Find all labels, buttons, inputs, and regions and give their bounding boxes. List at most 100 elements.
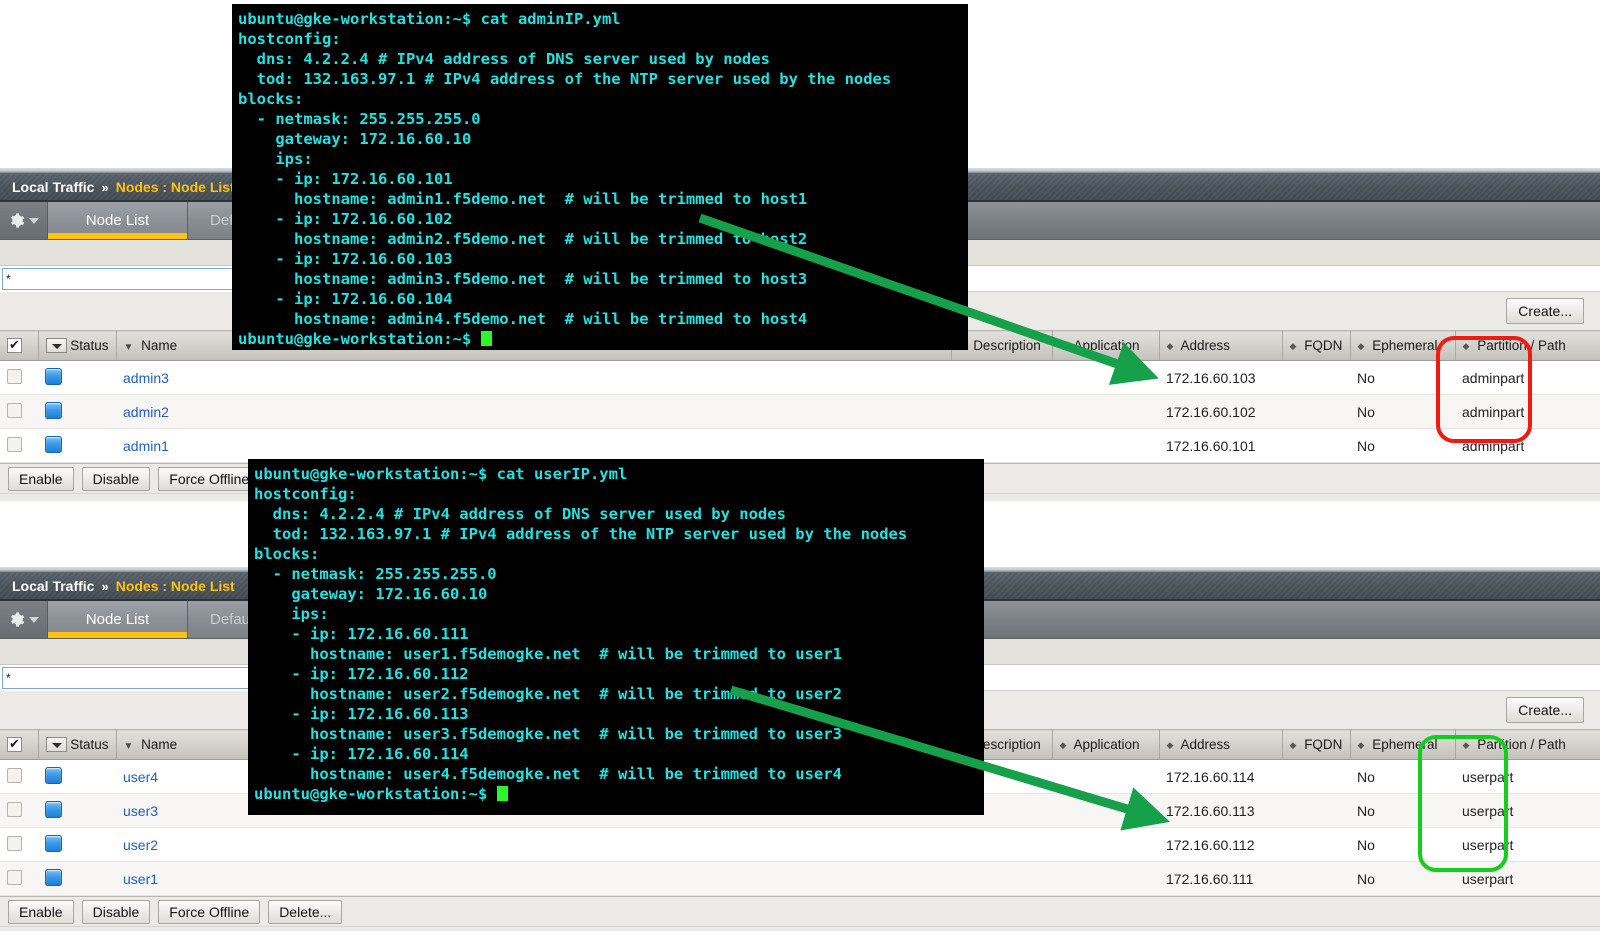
row-ephemeral-cell: No: [1350, 861, 1455, 896]
sort-updown-icon: ◆: [1289, 739, 1297, 750]
th-fqdn[interactable]: ◆ FQDN: [1282, 330, 1351, 361]
row-checkbox-icon[interactable]: [7, 368, 22, 384]
th-ephemeral-label: Ephemeral: [1372, 737, 1438, 752]
th-ephemeral[interactable]: ◆ Ephemeral: [1350, 729, 1456, 760]
admin-terminal-window[interactable]: ubuntu@gke-workstation:~$ cat adminIP.ym…: [232, 4, 968, 350]
row-name-cell[interactable]: user1: [116, 861, 951, 896]
search-input[interactable]: [2, 268, 252, 290]
row-checkbox-icon[interactable]: [7, 801, 22, 817]
node-link[interactable]: user4: [123, 769, 158, 785]
enable-button[interactable]: Enable: [8, 899, 74, 924]
table-row[interactable]: admin3 172.16.60.103 No adminpart: [0, 360, 1600, 395]
th-status[interactable]: Status: [38, 330, 117, 361]
row-checkbox-cell[interactable]: [0, 394, 38, 429]
th-fqdn-label: FQDN: [1304, 338, 1343, 353]
row-fqdn-cell: [1282, 827, 1350, 862]
create-button[interactable]: Create...: [1506, 697, 1584, 723]
action-bar-user: Enable Disable Force Offline Delete...: [0, 896, 1600, 926]
th-partition-path[interactable]: ◆ Partition / Path: [1455, 729, 1600, 760]
row-description-cell: [951, 360, 1052, 395]
th-application[interactable]: ◆ Application: [1052, 729, 1160, 760]
status-filter-dropdown-icon[interactable]: [45, 737, 67, 753]
row-ephemeral-cell: No: [1350, 827, 1455, 862]
table-row[interactable]: admin1 172.16.60.101 No adminpart: [0, 428, 1600, 463]
node-link[interactable]: user1: [123, 871, 158, 887]
tab-node-list[interactable]: Node List: [48, 601, 188, 638]
row-checkbox-icon[interactable]: [7, 835, 22, 851]
row-partition-cell: userpart: [1455, 793, 1600, 828]
chevron-down-icon: [29, 616, 39, 623]
node-link[interactable]: user2: [123, 837, 158, 853]
terminal-line: blocks:: [254, 545, 320, 563]
th-address[interactable]: ◆ Address: [1159, 729, 1283, 760]
node-link[interactable]: admin3: [123, 370, 169, 386]
row-checkbox-cell[interactable]: [0, 428, 38, 463]
terminal-line: hostname: admin1.f5demo.net # will be tr…: [238, 190, 808, 208]
user-terminal-window[interactable]: ubuntu@gke-workstation:~$ cat userIP.yml…: [248, 459, 984, 815]
sort-updown-icon: ◆: [1166, 739, 1174, 750]
row-checkbox-icon[interactable]: [7, 869, 22, 885]
force-offline-button[interactable]: Force Offline: [158, 899, 261, 924]
row-checkbox-icon[interactable]: [7, 402, 22, 418]
enable-button[interactable]: Enable: [8, 466, 74, 491]
row-description-cell: [951, 394, 1052, 429]
terminal-line: tod: 132.163.97.1 # IPv4 address of the …: [238, 70, 892, 88]
breadcrumb-section[interactable]: Local Traffic: [12, 578, 94, 594]
row-name-cell[interactable]: user2: [116, 827, 951, 862]
th-address[interactable]: ◆ Address: [1159, 330, 1283, 361]
disable-button[interactable]: Disable: [81, 899, 151, 924]
row-checkbox-cell[interactable]: [0, 793, 38, 828]
breadcrumb-section[interactable]: Local Traffic: [12, 179, 94, 195]
th-name-label: Name: [141, 338, 178, 353]
tab-node-list[interactable]: Node List: [48, 202, 188, 239]
select-all-checkbox-icon[interactable]: [7, 337, 22, 354]
select-all-checkbox-icon[interactable]: [7, 736, 22, 753]
node-link[interactable]: user3: [123, 803, 158, 819]
terminal-line: - ip: 172.16.60.113: [254, 705, 469, 723]
row-checkbox-icon[interactable]: [7, 767, 22, 783]
th-select-all[interactable]: [0, 330, 39, 361]
terminal-line: hostconfig:: [254, 485, 357, 503]
table-row[interactable]: admin2 172.16.60.102 No adminpart: [0, 394, 1600, 429]
force-offline-button[interactable]: Force Offline: [158, 466, 261, 491]
th-ephemeral-label: Ephemeral: [1372, 338, 1438, 353]
row-name-cell[interactable]: admin2: [116, 394, 951, 429]
terminal-line: gateway: 172.16.60.10: [254, 585, 488, 603]
row-address-cell: 172.16.60.102: [1159, 394, 1282, 429]
panel-bottom-edge: [0, 926, 1600, 931]
status-filter-dropdown-icon[interactable]: [45, 338, 67, 354]
th-status[interactable]: Status: [38, 729, 117, 760]
row-checkbox-icon[interactable]: [7, 436, 22, 452]
row-description-cell: [951, 827, 1052, 862]
th-application[interactable]: ◆ Application: [1052, 330, 1160, 361]
delete-button[interactable]: Delete...: [268, 899, 343, 924]
th-address-label: Address: [1180, 338, 1230, 353]
row-checkbox-cell[interactable]: [0, 360, 38, 395]
node-link[interactable]: admin2: [123, 404, 169, 420]
th-partition-path[interactable]: ◆ Partition / Path: [1455, 330, 1600, 361]
row-status-cell: [38, 759, 116, 794]
table-row[interactable]: user2 172.16.60.112 No userpart: [0, 827, 1600, 862]
table-row[interactable]: user1 172.16.60.111 No userpart: [0, 861, 1600, 896]
breadcrumb-current: Nodes : Node List: [115, 578, 235, 594]
terminal-line: hostname: user2.f5demogke.net # will be …: [254, 685, 842, 703]
th-application-label: Application: [1073, 737, 1140, 752]
row-name-cell[interactable]: admin3: [116, 360, 951, 395]
th-ephemeral[interactable]: ◆ Ephemeral: [1350, 330, 1456, 361]
disable-button[interactable]: Disable: [81, 466, 151, 491]
row-name-cell[interactable]: admin1: [116, 428, 951, 463]
row-checkbox-cell[interactable]: [0, 827, 38, 862]
terminal-line: hostname: admin3.f5demo.net # will be tr…: [238, 270, 808, 288]
th-fqdn[interactable]: ◆ FQDN: [1282, 729, 1351, 760]
th-select-all[interactable]: [0, 729, 39, 760]
sort-updown-icon: ◆: [1289, 340, 1297, 351]
search-input[interactable]: [2, 667, 252, 689]
node-link[interactable]: admin1: [123, 438, 169, 454]
settings-menu-button[interactable]: [0, 601, 48, 638]
terminal-line: ips:: [238, 150, 313, 168]
settings-menu-button[interactable]: [0, 202, 48, 239]
terminal-line: hostname: admin2.f5demo.net # will be tr…: [238, 230, 808, 248]
row-checkbox-cell[interactable]: [0, 759, 38, 794]
row-checkbox-cell[interactable]: [0, 861, 38, 896]
create-button[interactable]: Create...: [1506, 298, 1584, 324]
